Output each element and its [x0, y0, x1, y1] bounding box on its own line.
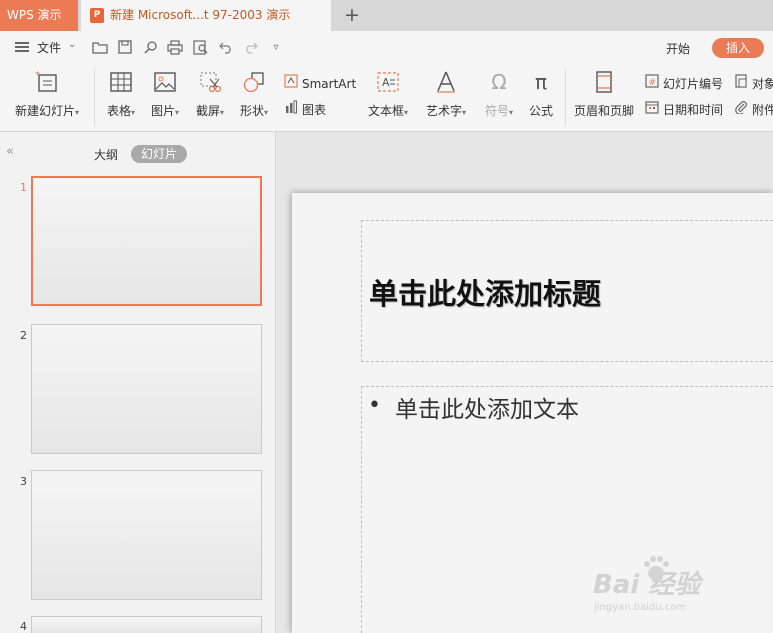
slide-number-label: 幻灯片编号 [663, 77, 724, 91]
collapse-pane-icon[interactable]: « [6, 144, 14, 159]
textbox-label: 文本框 [367, 104, 404, 118]
new-slide-icon: * [35, 70, 59, 94]
scissors-icon [198, 70, 222, 94]
tab-start[interactable]: 开始 [666, 40, 690, 57]
customize-dropdown-icon[interactable]: ▿ [268, 40, 284, 55]
paperclip-icon [733, 100, 748, 117]
slide-number-icon: # [644, 74, 659, 91]
outline-view-tab[interactable]: 大纲 [94, 146, 118, 163]
header-footer-label: 页眉和页脚 [573, 104, 634, 118]
date-time-label: 日期和时间 [663, 103, 724, 117]
tab-insert[interactable]: 插入 [712, 38, 764, 58]
textbox-button[interactable]: A 文本框▾ [365, 70, 411, 119]
chart-label: 图表 [302, 103, 327, 117]
formula-button[interactable]: π 公式 [523, 70, 559, 119]
redo-icon[interactable] [243, 40, 259, 55]
header-footer-button[interactable]: 页眉和页脚 [572, 70, 636, 119]
slide-number: 2 [20, 329, 27, 342]
slide-thumbnail[interactable] [31, 324, 262, 454]
save-icon[interactable] [117, 40, 133, 55]
shapes-label: 形状 [239, 104, 264, 118]
slide-thumbnail[interactable] [31, 470, 262, 600]
header-footer-icon [592, 70, 616, 94]
picture-button[interactable]: 图片▾ [147, 70, 183, 119]
smartart-button[interactable]: SmartArt [283, 74, 356, 91]
open-folder-icon[interactable] [92, 40, 108, 55]
chart-icon [283, 100, 298, 117]
baidu-jingyan-watermark: Bai 经验 jingyan.baidu.com [593, 556, 743, 624]
file-menu-button[interactable]: 文件 [37, 39, 61, 56]
object-button[interactable]: 对象 [733, 74, 773, 92]
calendar-icon [644, 100, 659, 117]
picture-icon [153, 70, 177, 94]
new-slide-label: 新建幻灯片 [14, 104, 75, 118]
slide-thumbnail[interactable] [31, 616, 262, 633]
textbox-icon: A [376, 70, 400, 94]
wordart-button[interactable]: 艺术字▾ [423, 70, 469, 119]
date-time-button[interactable]: 日期和时间 [644, 100, 723, 118]
object-icon [733, 74, 748, 91]
svg-text:A: A [382, 76, 390, 89]
pi-icon: π [534, 70, 548, 94]
chart-button[interactable]: 图表 [283, 100, 326, 118]
new-slide-button[interactable]: * 新建幻灯片▾ [11, 70, 83, 119]
document-tab-title: 新建 Microsoft...t 97-2003 演示 [110, 8, 291, 22]
menu-icon[interactable] [15, 42, 29, 52]
symbol-button[interactable]: Ω 符号▾ [481, 70, 517, 119]
document-tab[interactable]: P 新建 Microsoft...t 97-2003 演示 [81, 0, 331, 31]
print-preview-icon[interactable] [193, 40, 209, 55]
find-icon[interactable] [142, 40, 158, 55]
title-placeholder-text: 单击此处添加标题 [369, 277, 602, 311]
new-tab-button[interactable]: + [341, 4, 363, 26]
omega-icon: Ω [491, 70, 507, 94]
table-icon [109, 70, 133, 94]
paw-icon [644, 556, 669, 580]
wordart-label: 艺术字 [425, 104, 462, 118]
screenshot-button[interactable]: 截屏▾ [192, 70, 228, 119]
slides-pane: « 大纲 幻灯片 1 2 3 4 [0, 132, 276, 633]
slides-view-tab[interactable]: 幻灯片 [131, 145, 187, 163]
quick-access-toolbar: 文件 ⌄ ▿ 开始 插入 [0, 31, 773, 64]
object-label: 对象 [752, 77, 773, 91]
table-label: 表格 [106, 104, 131, 118]
slide-number: 4 [20, 620, 27, 633]
slide-number: 3 [20, 475, 27, 488]
picture-label: 图片 [150, 104, 175, 118]
attachment-label: 附件 [752, 103, 773, 117]
wordart-icon [434, 70, 458, 94]
watermark-url: jingyan.baidu.com [594, 602, 687, 613]
svg-text:#: # [648, 78, 656, 88]
print-icon[interactable] [167, 40, 183, 55]
svg-text:*: * [35, 70, 40, 81]
title-bar: WPS 演示 P 新建 Microsoft...t 97-2003 演示 + [0, 0, 773, 31]
slide-number-button[interactable]: # 幻灯片编号 [644, 74, 723, 92]
attachment-button[interactable]: 附件 [733, 100, 773, 118]
presentation-file-icon: P [90, 8, 104, 23]
shapes-icon [242, 70, 266, 94]
formula-label: 公式 [528, 104, 553, 118]
body-placeholder-text: 单击此处添加文本 [395, 397, 579, 423]
slide-number: 1 [20, 181, 27, 194]
app-tab-wps-presentation[interactable]: WPS 演示 [0, 0, 78, 31]
undo-icon[interactable] [218, 40, 234, 55]
screenshot-label: 截屏 [195, 104, 220, 118]
smartart-label: SmartArt [302, 77, 357, 91]
table-button[interactable]: 表格▾ [103, 70, 139, 119]
slide-thumbnail[interactable] [31, 176, 262, 306]
shapes-button[interactable]: 形状▾ [236, 70, 272, 119]
ribbon-divider [94, 68, 95, 126]
bullet-point: • [368, 393, 381, 418]
insert-ribbon: * 新建幻灯片▾ 表格▾ 图片▾ 截屏▾ 形状▾ SmartArt 图表 A 文… [0, 64, 773, 132]
ribbon-divider [565, 68, 566, 126]
smartart-icon [283, 74, 298, 91]
symbol-label: 符号 [484, 104, 509, 118]
chevron-down-icon[interactable]: ⌄ [68, 39, 76, 50]
